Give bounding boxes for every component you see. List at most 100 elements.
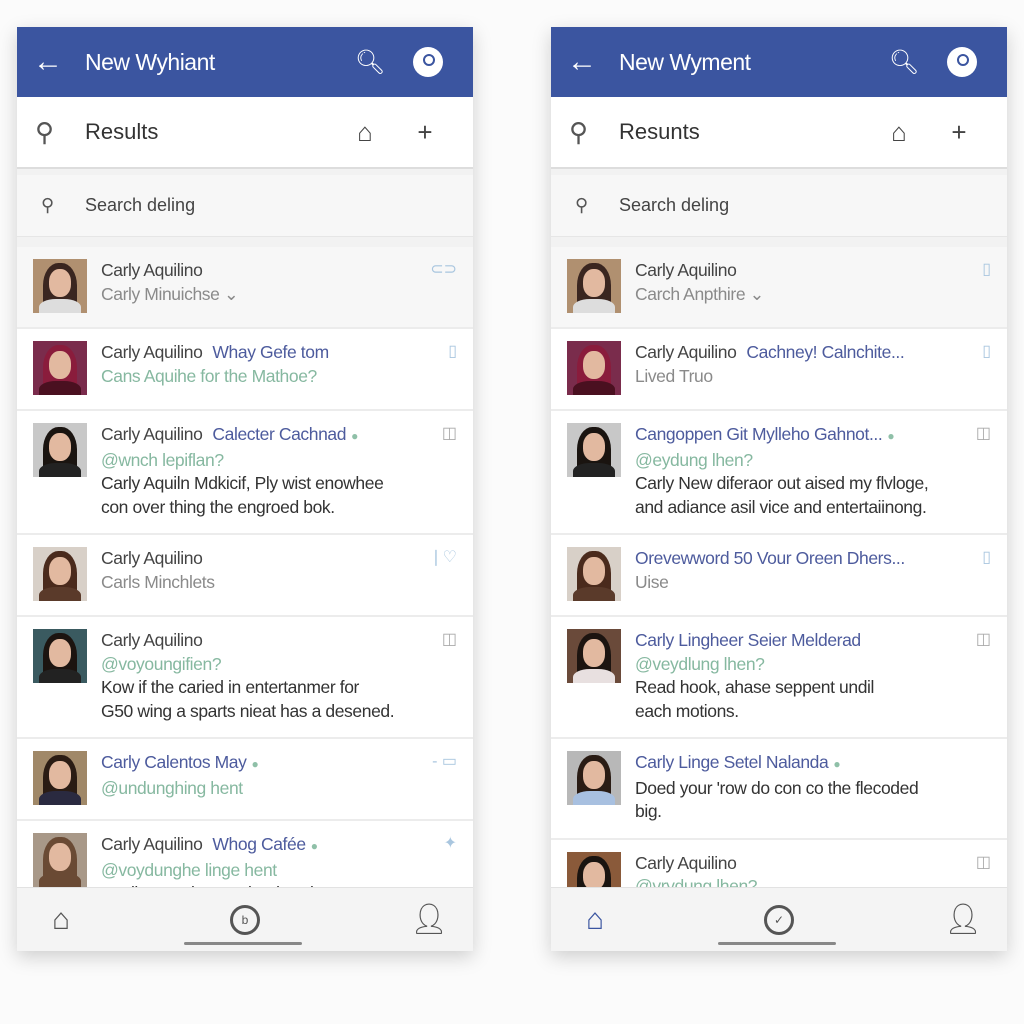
list-item[interactable]: Carly Aquilino Carly Minuichse ⌄ ⊂⊃ <box>17 247 473 329</box>
comment-icon[interactable]: ❘♡ <box>427 547 457 601</box>
subtitle: Carls Minchlets <box>101 571 215 592</box>
user-tag[interactable]: Whog Cafée <box>212 834 306 854</box>
notification-bell-icon[interactable]: ⌂ <box>869 117 929 148</box>
app-header: ← New Wyment 🔍︎ <box>551 27 1007 97</box>
list-item[interactable]: Carly Linge Setel Nalanda ● Doed your 'row… <box>551 739 1007 840</box>
user-tag[interactable]: Cachney! Calnchite... <box>746 342 904 362</box>
home-icon[interactable]: ⌂ <box>575 903 615 937</box>
search-icon: ⚲ <box>41 195 55 215</box>
user-name[interactable]: Carly Aquilino <box>101 342 203 362</box>
user-handle: @wnch lepiflan? <box>101 449 224 470</box>
avatar[interactable] <box>567 341 621 395</box>
message-text: Doed your 'row do con co the flecoded <box>635 777 919 798</box>
pin-icon[interactable]: ▯ <box>961 259 991 313</box>
search-icon[interactable]: 🔍︎ <box>341 48 399 77</box>
user-name[interactable]: Carly Linge Setel Nalanda <box>635 752 829 772</box>
chat-icon[interactable]: ⊂⊃ <box>427 259 457 313</box>
app-header: ← New Wyhiant 🔍︎ <box>17 27 473 97</box>
back-arrow-icon[interactable]: ← <box>567 45 619 79</box>
avatar[interactable] <box>567 547 621 601</box>
user-name[interactable]: Carly Aquilino <box>101 548 203 568</box>
search-icon: ⚲ <box>575 195 589 215</box>
list-item[interactable]: Carly Aquilino @voyoungifien? Kow if the c… <box>17 617 473 739</box>
avatar[interactable] <box>33 259 87 313</box>
add-icon[interactable]: + <box>395 117 455 148</box>
empty-slot[interactable] <box>961 751 991 824</box>
avatar[interactable] <box>567 259 621 313</box>
avatar[interactable] <box>33 751 87 805</box>
user-name[interactable]: Carly Aquilino <box>101 260 203 280</box>
user-name[interactable]: Carly Aquilino <box>635 342 737 362</box>
activity-icon[interactable]: b <box>230 904 260 935</box>
home-icon[interactable]: ⌂ <box>41 903 81 937</box>
search-icon[interactable]: 🔍︎ <box>875 48 933 77</box>
back-arrow-icon[interactable]: ← <box>33 45 85 79</box>
compass-icon[interactable]: ✓ <box>764 904 794 935</box>
add-icon[interactable]: + <box>929 117 989 148</box>
pin-icon[interactable]: ▯ <box>427 341 457 395</box>
verified-icon: ● <box>251 757 259 771</box>
user-name[interactable]: Carly Aquilino <box>635 853 737 873</box>
list-item[interactable]: Carly Aquilino Whay Gefe tom Cans Aquihe f… <box>17 329 473 411</box>
search-input[interactable]: ⚲ Search deling <box>551 175 1007 237</box>
message-text: Carly New diferaor out aised my flvloge, <box>635 473 929 493</box>
notification-bell-icon[interactable]: ⌂ <box>335 117 395 148</box>
user-name[interactable]: Carly Aquilino <box>101 834 203 854</box>
pin-icon[interactable]: ▯ <box>961 341 991 395</box>
user-name[interactable]: Orevewword 50 Vour Oreen Dhers... <box>635 548 905 568</box>
search-input[interactable]: ⚲ Search deling <box>17 175 473 237</box>
verified-icon: ● <box>833 757 841 771</box>
user-name[interactable]: Carly Aquilino <box>635 260 737 280</box>
profile-icon[interactable]: 👤︎ <box>409 902 449 937</box>
list-item[interactable]: Carly Aquilino Calecter Cachnad ● @wnch lep… <box>17 411 473 535</box>
user-name[interactable]: Carly Aquilino <box>101 424 203 444</box>
user-handle: @voyoungifien? <box>101 653 222 674</box>
message-text: each motions. <box>635 700 739 721</box>
list-item[interactable]: Carly Aquilino Carch Anpthire ⌄ ▯ <box>551 247 1007 329</box>
user-tag[interactable]: Calecter Cachnad <box>212 424 346 444</box>
profile-circle-icon[interactable] <box>399 47 457 77</box>
results-list: Carly Aquilino Carch Anpthire ⌄ ▯ Carly Aq… <box>551 247 1007 922</box>
image-icon[interactable]: ◫ <box>961 423 991 519</box>
results-bar: ⚲ Resunts ⌂ + <box>551 97 1007 169</box>
list-item[interactable]: Carly Lingheer Seier Melderad @veydlung l… <box>551 617 1007 739</box>
avatar[interactable] <box>33 833 87 887</box>
user-handle: Cans Aquihe for the Mathoe? <box>101 365 317 386</box>
message-icon[interactable]: ‐ ▭ <box>427 751 457 805</box>
verified-icon: ● <box>310 839 318 853</box>
message-text: Read hook, ahase seppent undil <box>635 677 875 697</box>
list-item[interactable]: Orevewword 50 Vour Oreen Dhers... Uise ▯ <box>551 535 1007 617</box>
profile-circle-icon[interactable] <box>933 47 991 77</box>
avatar[interactable] <box>33 629 87 683</box>
user-name[interactable]: Carly Aquilino <box>101 630 203 650</box>
results-label: Results <box>85 119 159 144</box>
user-handle: @undunghing hent <box>101 777 243 798</box>
profile-icon[interactable]: 👤︎ <box>943 902 983 937</box>
subtitle: Lived Truo <box>635 365 713 386</box>
message-text: con over thing the engroed bok. <box>101 496 335 517</box>
list-item[interactable]: Carly Aquilino Carls Minchlets ❘♡ <box>17 535 473 617</box>
user-name[interactable]: Carly Calentos May <box>101 752 247 772</box>
search-icon: ⚲ <box>35 116 55 147</box>
user-handle: @voydunghe linge hent <box>101 859 277 880</box>
user-name[interactable]: Carly Lingheer Seier Melderad <box>635 630 861 650</box>
subtitle: Uise <box>635 571 669 592</box>
avatar[interactable] <box>567 629 621 683</box>
list-item[interactable]: Carly Aquilino Cachney! Calnchite... Lived… <box>551 329 1007 411</box>
avatar[interactable] <box>33 547 87 601</box>
avatar[interactable] <box>567 751 621 805</box>
avatar[interactable] <box>33 341 87 395</box>
user-name[interactable]: Cangoppen Git Mylleho Gahnot... <box>635 424 883 444</box>
image-icon[interactable]: ◫ <box>961 629 991 723</box>
user-tag[interactable]: Whay Gefe tom <box>212 342 329 362</box>
image-icon[interactable]: ◫ <box>427 423 457 519</box>
avatar[interactable] <box>567 423 621 477</box>
image-icon[interactable]: ◫ <box>427 629 457 723</box>
verified-icon: ● <box>887 429 895 443</box>
list-item[interactable]: Cangoppen Git Mylleho Gahnot... ● @eydung … <box>551 411 1007 535</box>
list-item[interactable]: Carly Calentos May ● @undunghing hent ‐ ▭ <box>17 739 473 821</box>
avatar[interactable] <box>33 423 87 477</box>
bottom-nav: ⌂ ✓ 👤︎ <box>551 887 1007 951</box>
search-icon: ⚲ <box>569 116 589 147</box>
pin-icon[interactable]: ▯ <box>961 547 991 601</box>
